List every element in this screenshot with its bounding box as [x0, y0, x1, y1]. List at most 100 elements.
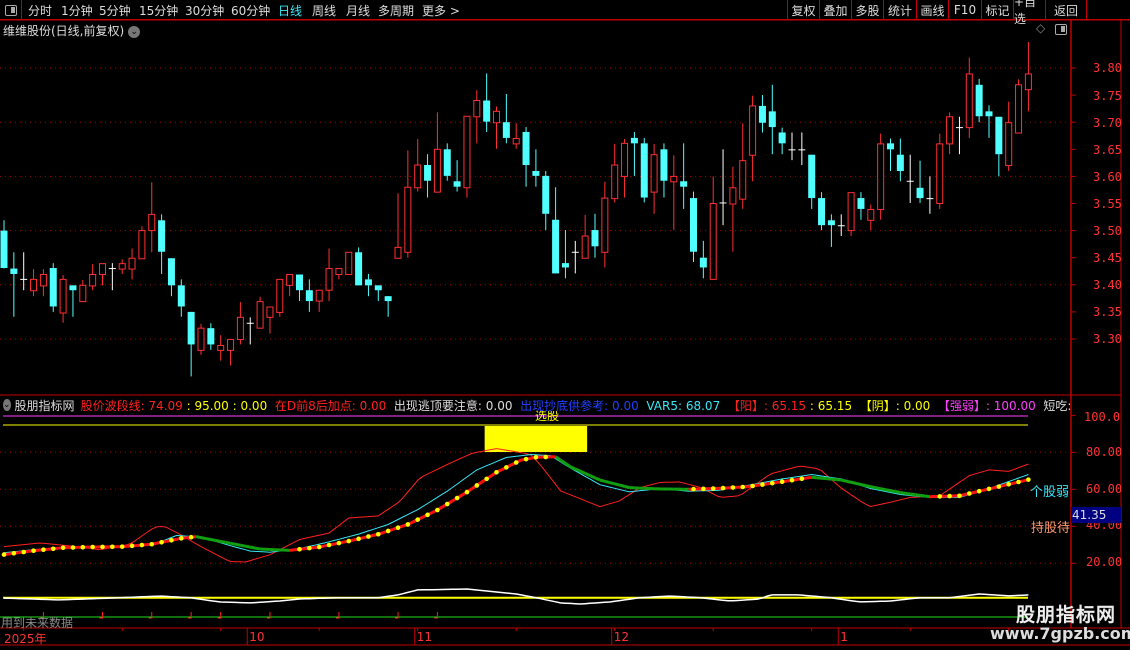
trend-dot: [1006, 482, 1011, 487]
candle-up: [601, 197, 609, 253]
trend-dot: [366, 534, 371, 539]
period-tab-30min[interactable]: 30分钟: [185, 2, 224, 19]
period-tab-1min[interactable]: 1分钟: [61, 2, 93, 19]
period-tab-weekly[interactable]: 周线: [312, 2, 336, 19]
candle-up: [1015, 84, 1023, 134]
trend-falling-segment: [905, 491, 911, 496]
chart-title: 维维股份(日线,前复权) ⌄: [3, 22, 141, 39]
trend-falling-segment: [880, 487, 886, 492]
candle-down: [561, 263, 569, 268]
trend-dot: [740, 484, 746, 490]
candle-down: [364, 279, 372, 286]
candle-down: [758, 105, 766, 123]
mark-button[interactable]: 标记: [981, 0, 1013, 20]
period-tab-multi[interactable]: 多周期: [378, 2, 414, 19]
chevron-down-icon[interactable]: ⌄: [3, 399, 11, 411]
panel-toggle-button[interactable]: [0, 0, 22, 20]
chevron-down-icon[interactable]: ⌄: [128, 25, 141, 38]
candle-up: [394, 246, 402, 259]
trend-dot: [435, 507, 440, 513]
back-button[interactable]: 返回: [1045, 0, 1087, 20]
diamond-icon[interactable]: ◇: [1036, 21, 1045, 35]
indicator-axis-label: 80.00: [1086, 445, 1123, 459]
trend-falling-segment: [249, 545, 256, 550]
candle-up: [404, 186, 412, 253]
trend-dot: [159, 539, 164, 545]
candle-down: [542, 175, 550, 214]
multi-stock-button[interactable]: 多股: [851, 0, 883, 20]
statistics-button[interactable]: 统计: [883, 0, 916, 20]
indicator-value-0: 股价波段线: 74.09: [80, 398, 183, 413]
candle-down: [552, 219, 560, 274]
trend-dot: [770, 480, 775, 486]
trend-dot: [50, 546, 56, 552]
trend-dot: [701, 486, 706, 492]
trend-falling-segment: [584, 472, 591, 477]
trend-falling-segment: [604, 479, 611, 485]
osc-line: [3, 588, 1029, 605]
candle-down: [69, 285, 77, 291]
trend-dot: [385, 528, 391, 534]
candle-down: [887, 143, 894, 150]
indicator-value-11: 短吃:: [1035, 398, 1071, 413]
trend-dot: [376, 531, 381, 537]
trend-dot: [326, 542, 332, 548]
trend-dot: [405, 522, 411, 527]
period-tab-60min[interactable]: 60分钟: [231, 2, 270, 19]
trend-rising-segment: [806, 475, 812, 480]
overlay-button[interactable]: 叠加: [819, 0, 851, 20]
candle-up: [414, 164, 422, 189]
trend-dot: [119, 544, 125, 549]
trend-dot: [760, 482, 765, 487]
candle-down: [778, 132, 786, 144]
period-tab-15min[interactable]: 15分钟: [139, 2, 178, 19]
restore-rights-button[interactable]: 复权: [787, 0, 819, 20]
trend-dot: [179, 536, 184, 541]
trend-rising-segment: [289, 548, 295, 552]
indicator-axis-label: 60.00: [1086, 482, 1123, 496]
trend-dot: [543, 454, 549, 460]
trend-falling-segment: [559, 458, 567, 465]
trend-falling-segment: [569, 465, 576, 471]
candle-down: [916, 187, 924, 199]
candle-up: [276, 278, 284, 313]
candle-up: [463, 115, 471, 189]
candle-down: [502, 122, 510, 138]
candle-down: [630, 137, 638, 144]
period-tab-5min[interactable]: 5分钟: [99, 2, 131, 19]
f10-button[interactable]: F10: [948, 0, 981, 20]
panel-icon[interactable]: [1055, 24, 1067, 35]
candle-down: [680, 181, 688, 187]
trend-dot: [41, 547, 46, 553]
trend-dot: [937, 494, 943, 499]
candle-down: [49, 267, 57, 307]
period-tab-more[interactable]: 更多 >: [422, 2, 460, 19]
trend-dot: [967, 491, 972, 496]
trend-dot: [444, 501, 450, 507]
period-tab-fenshi[interactable]: 分时: [28, 2, 52, 19]
candle-up: [266, 306, 274, 318]
trend-dot: [957, 493, 962, 499]
candle-down: [443, 149, 451, 176]
candle-up: [315, 289, 323, 302]
panel-icon: [4, 4, 17, 16]
indicator-name: 股朋指标网: [14, 398, 75, 413]
candle-down: [424, 165, 432, 181]
trend-dot: [356, 536, 361, 542]
draw-line-button[interactable]: 画线: [916, 0, 948, 20]
candle-up: [39, 274, 47, 287]
trend-dot: [70, 545, 76, 550]
period-tab-daily[interactable]: 日线: [278, 2, 302, 19]
trend-dot: [336, 540, 342, 546]
candle-up: [729, 187, 737, 205]
trend-dot: [169, 537, 174, 543]
candle-down: [818, 198, 826, 226]
add-watchlist-button[interactable]: +自选: [1013, 0, 1045, 26]
wave-line: [3, 448, 1029, 563]
period-tab-monthly[interactable]: 月线: [346, 2, 370, 19]
candle-up: [138, 230, 146, 260]
current-value-badge: 41.35: [1071, 507, 1121, 523]
timeline-month: 11: [416, 630, 432, 644]
trend-dot: [720, 485, 726, 491]
chart-canvas[interactable]: [0, 0, 1130, 650]
